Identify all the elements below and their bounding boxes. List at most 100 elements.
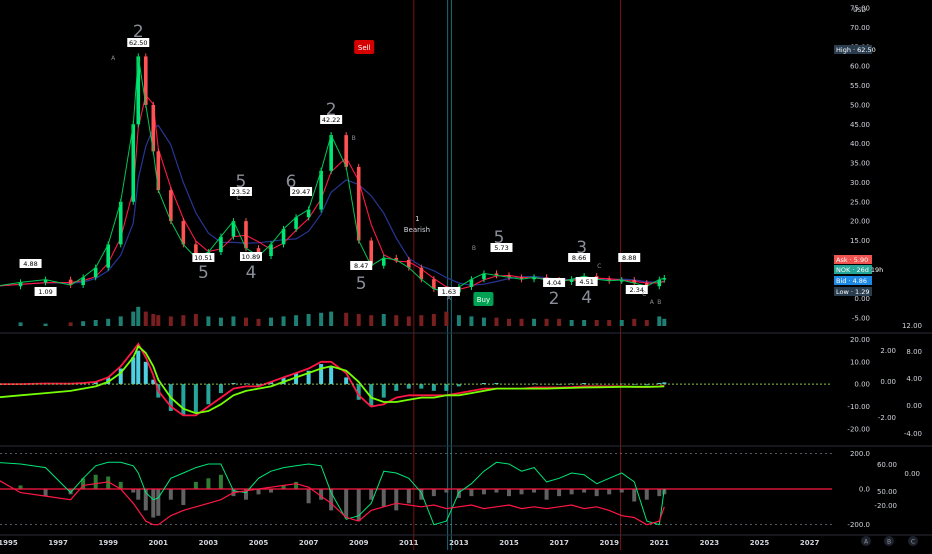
price-line bbox=[0, 56, 664, 292]
oscillator-histogram-bar bbox=[136, 489, 140, 500]
wave-count-label: 5 bbox=[494, 228, 505, 248]
trough-value-label: 4.04 bbox=[543, 278, 565, 287]
macd-histogram-bar bbox=[329, 366, 333, 384]
oscillator-histogram-bar bbox=[394, 489, 398, 510]
trough-value-text: 1.09 bbox=[38, 288, 52, 296]
volume-bar bbox=[369, 315, 373, 326]
volume-bar bbox=[357, 314, 361, 326]
price-axis-tick: 25.00 bbox=[850, 198, 870, 206]
trough-value-text: 4.04 bbox=[547, 279, 561, 287]
volume-bar bbox=[645, 320, 649, 326]
wave-sub-label: A bbox=[650, 299, 655, 306]
wave-sub-label: C bbox=[642, 291, 646, 298]
oscillator-histogram-bar bbox=[181, 489, 185, 505]
oscillator-histogram-bar bbox=[94, 475, 98, 489]
trough-value-text: 10.51 bbox=[194, 254, 213, 262]
candle-body bbox=[357, 167, 361, 241]
wave-count-label: 5 bbox=[356, 274, 367, 294]
trough-value-text: 4.51 bbox=[579, 278, 593, 286]
price-tag: Bid · 4.86 bbox=[834, 276, 872, 285]
price-tag-text: Bid · 4.86 bbox=[836, 277, 867, 285]
oscillator-histogram-bar bbox=[307, 489, 311, 503]
wave-count-label: 5 bbox=[236, 172, 247, 192]
time-axis-tick: 2027 bbox=[800, 539, 820, 547]
macd-histogram-bar bbox=[394, 384, 398, 391]
oscillator-histogram-bar bbox=[645, 489, 649, 500]
macd-histogram-bar bbox=[419, 384, 423, 388]
oscillator-histogram-bar bbox=[545, 489, 549, 500]
volume-bar bbox=[231, 316, 235, 326]
macd-histogram-bar bbox=[206, 384, 210, 404]
wave-count-label: 6 bbox=[286, 172, 297, 192]
macd-histogram-bar bbox=[181, 384, 185, 415]
wave-sub-label: A bbox=[111, 55, 116, 62]
bearish-label: Bearish bbox=[404, 226, 430, 234]
candle-body bbox=[219, 237, 223, 253]
volume-bar bbox=[444, 312, 448, 326]
oscillator-histogram-bar bbox=[632, 489, 636, 501]
time-axis-tick: 2011 bbox=[399, 539, 419, 547]
macd-secondary-axis-tick: 0.00 bbox=[880, 378, 896, 386]
vertical-markers bbox=[414, 0, 621, 550]
price-axis-tick: 40.00 bbox=[850, 140, 870, 148]
volume-bar bbox=[382, 314, 386, 326]
macd-axis-tick: 10.00 bbox=[850, 358, 870, 366]
price-axis-tick: -5.00 bbox=[852, 315, 870, 323]
volume-bar bbox=[119, 316, 123, 326]
oscillator-histogram-bar bbox=[151, 489, 155, 518]
wave-sub-label: C bbox=[236, 195, 240, 202]
oscillator-histogram-bar bbox=[156, 489, 160, 516]
price-axis-tick: 0.00 bbox=[854, 295, 870, 303]
candle-body bbox=[119, 202, 123, 245]
volume-bar bbox=[394, 315, 398, 326]
volume-bar bbox=[151, 314, 155, 326]
price-axis-tick: 70.00 bbox=[850, 24, 870, 32]
price-axis-unit: USD bbox=[853, 7, 866, 14]
macd-secondary-axis-tick: 2.00 bbox=[880, 347, 896, 355]
volume-bar bbox=[582, 320, 586, 326]
volume-bar bbox=[494, 318, 498, 326]
time-axis-tick: 2025 bbox=[750, 539, 770, 547]
macd-axis-tick: 20.00 bbox=[850, 336, 870, 344]
wave-count-label: 4 bbox=[581, 288, 592, 308]
volume-bar bbox=[156, 315, 160, 326]
macd-axis-tick: 0.00 bbox=[854, 381, 870, 389]
volume-bar bbox=[94, 320, 98, 326]
volume-bar bbox=[257, 319, 261, 326]
price-tag: Low · 1.29 bbox=[834, 287, 872, 296]
oscillator-axis-tick: 200.0 bbox=[850, 450, 870, 458]
price-tag-text: NOK · 26d 19h bbox=[836, 266, 883, 274]
time-axis-tick: 2023 bbox=[700, 539, 720, 547]
volume-bar bbox=[194, 314, 198, 326]
macd-histogram-bar bbox=[382, 384, 386, 397]
oscillator-histogram-bar bbox=[206, 478, 210, 489]
bearish-marker-number: 1 bbox=[415, 215, 419, 223]
wave-count-label: 2 bbox=[326, 100, 337, 120]
volume-bar bbox=[269, 318, 273, 326]
volume-bar bbox=[144, 312, 148, 326]
volume-bar bbox=[419, 315, 423, 326]
trough-value-text: 10.89 bbox=[242, 253, 261, 261]
chart-canvas[interactable]: 75.0070.0065.0060.0055.0050.0045.0040.00… bbox=[0, 0, 932, 550]
trough-value-label: 10.89 bbox=[240, 252, 262, 261]
oscillator-histogram-bar bbox=[369, 489, 373, 500]
macd-histogram-bar bbox=[219, 384, 223, 393]
volume-bar bbox=[469, 316, 473, 326]
volume-bar bbox=[319, 313, 323, 326]
time-axis-tick: 2017 bbox=[549, 539, 569, 547]
macd-histogram-bar bbox=[131, 357, 135, 384]
oscillator-secondary-axis-tick: 0.00 bbox=[904, 470, 920, 478]
time-axis-tick: 2013 bbox=[449, 539, 469, 547]
volume-bar bbox=[607, 320, 611, 326]
price-axis-tick: 30.00 bbox=[850, 179, 870, 187]
candle-body bbox=[182, 221, 186, 244]
volume-bar bbox=[219, 318, 223, 326]
oscillator-histogram-bar bbox=[657, 489, 661, 496]
price-tag: NOK · 26d 19h bbox=[834, 265, 883, 274]
macd-tertiary-axis-tick: 0.00 bbox=[906, 402, 922, 410]
candle-body bbox=[344, 135, 348, 167]
oscillator-secondary-axis-tick: -20.00 bbox=[874, 502, 897, 510]
peak-value-text: 8.88 bbox=[622, 254, 636, 262]
wave-sub-label: B bbox=[472, 245, 476, 252]
wave-sub-label: B bbox=[657, 299, 661, 306]
